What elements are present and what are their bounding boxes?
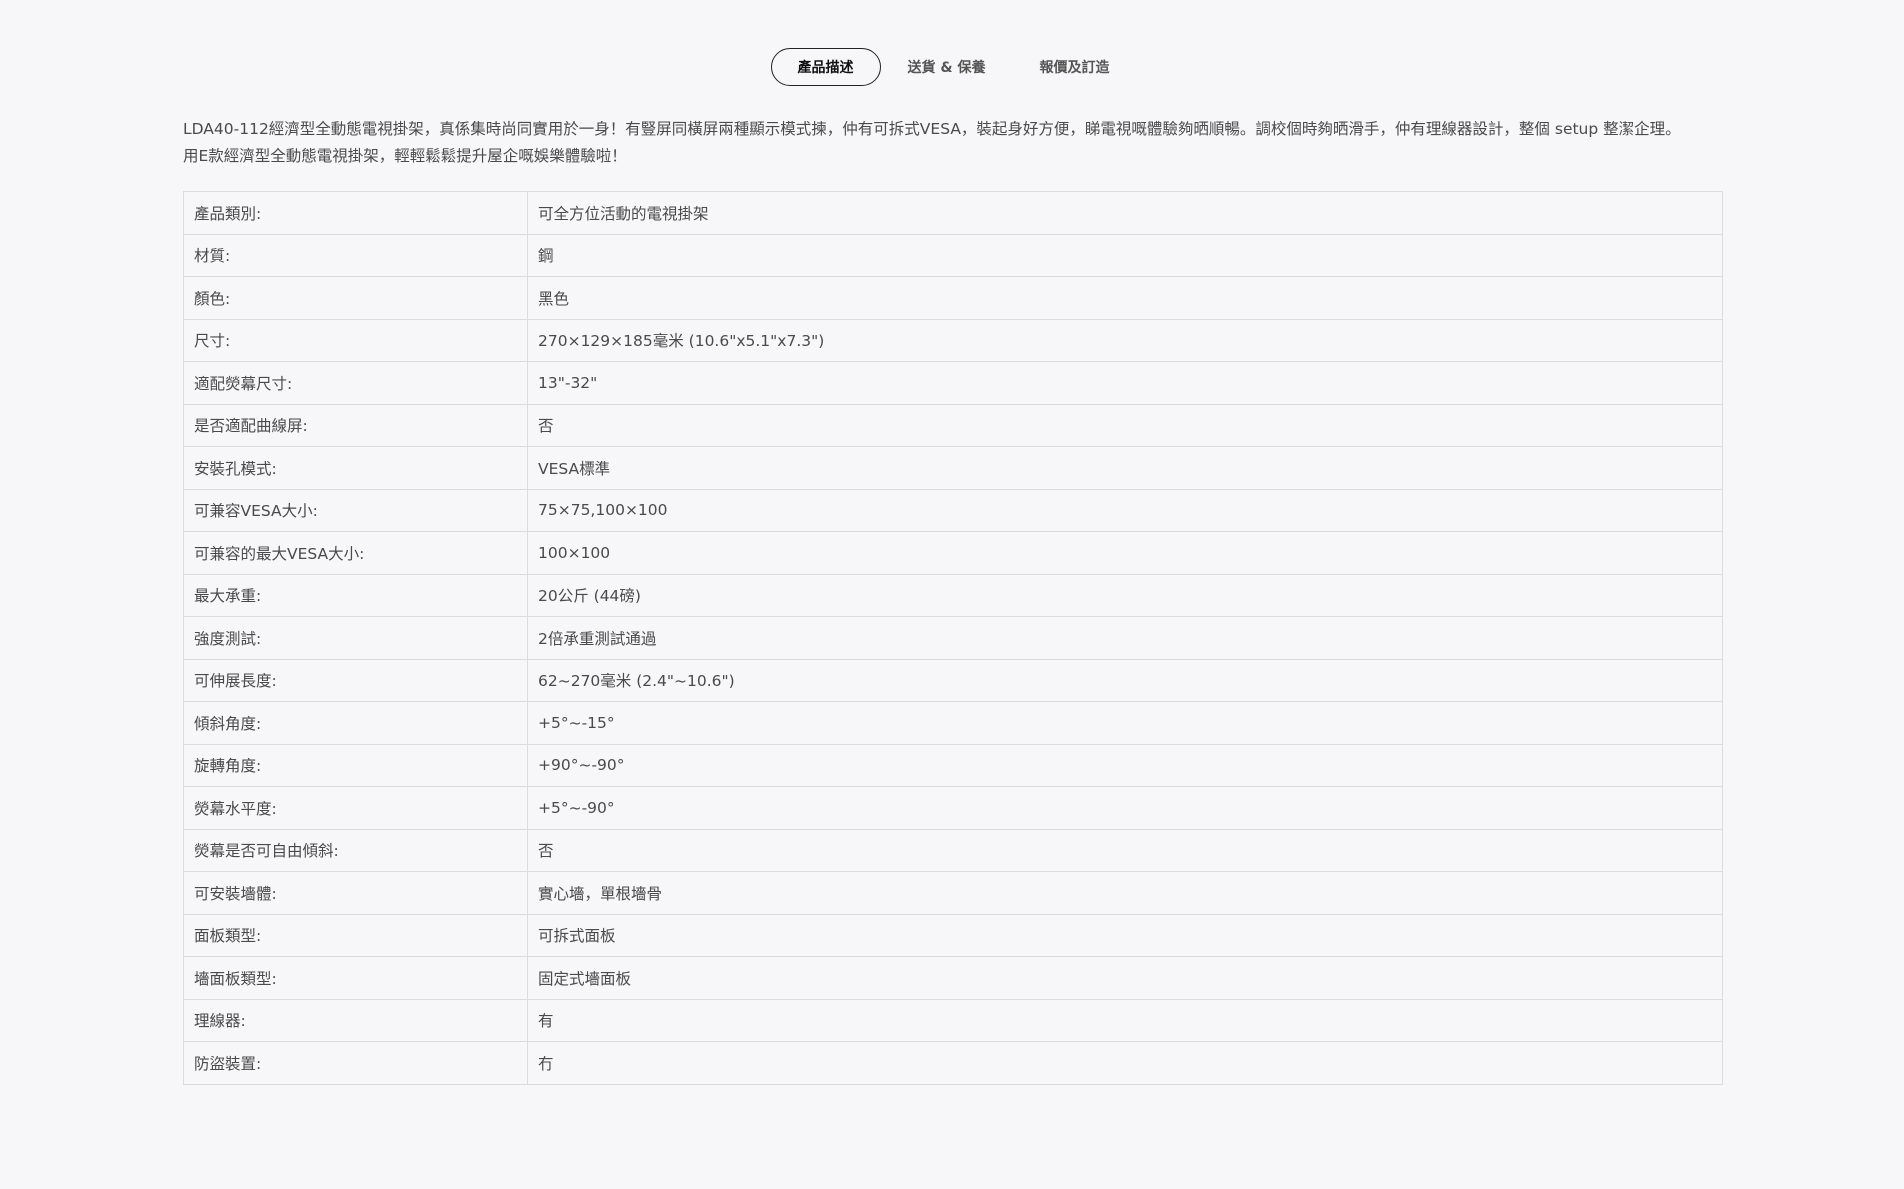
spec-table: 產品類別: 可全方位活動的電視掛架 材質: 鋼顏色: 黑色 尺寸: 270×129×185毫… — [183, 191, 1723, 1085]
spec-label: 可安裝墻體: — [183, 871, 528, 915]
spec-label: 墻面板類型: — [183, 956, 528, 1000]
spec-label: 產品類別: — [183, 191, 528, 235]
spec-row: 安裝孔模式: VESA標準 — [183, 446, 1723, 490]
spec-table-body: 產品類別: 可全方位活動的電視掛架 材質: 鋼顏色: 黑色 尺寸: 270×129×185毫… — [183, 191, 1723, 1085]
spec-label: 熒幕水平度: — [183, 786, 528, 830]
spec-row: 最大承重: 20公斤 (44磅) — [183, 573, 1723, 617]
spec-label: 防盜裝置: — [183, 1041, 528, 1085]
spec-value: 否 — [527, 403, 1723, 447]
tab-shipping-warranty[interactable]: 送貨 & 保養 — [881, 48, 1013, 86]
spec-label: 強度測試: — [183, 616, 528, 660]
spec-label: 材質: — [183, 233, 528, 277]
spec-value: 固定式墻面板 — [527, 956, 1723, 1000]
spec-label: 最大承重: — [183, 573, 528, 617]
spec-label: 理線器: — [183, 998, 528, 1042]
spec-label: 可兼容的最大VESA大小: — [183, 531, 528, 575]
spec-row: 旋轉角度: +90°~-90° — [183, 743, 1723, 787]
spec-row: 熒幕水平度: +5°~-90° — [183, 786, 1723, 830]
tab-list: 產品描述 送貨 & 保養 報價及訂造 — [770, 48, 1137, 86]
spec-value: 13"-32" — [527, 361, 1723, 405]
spec-row: 適配熒幕尺寸: 13"-32" — [183, 361, 1723, 405]
spec-label: 可伸展長度: — [183, 658, 528, 702]
spec-label: 安裝孔模式: — [183, 446, 528, 490]
spec-value: +5°~-90° — [527, 786, 1723, 830]
spec-row: 材質: 鋼 — [183, 233, 1723, 277]
product-tabs: 產品描述 送貨 & 保養 報價及訂造 — [0, 47, 1904, 87]
spec-label: 適配熒幕尺寸: — [183, 361, 528, 405]
spec-value: VESA標準 — [527, 446, 1723, 490]
spec-label: 傾斜角度: — [183, 701, 528, 745]
spec-row: 熒幕是否可自由傾斜: 否 — [183, 828, 1723, 872]
spec-label: 熒幕是否可自由傾斜: — [183, 828, 528, 872]
spec-value: 75×75,100×100 — [527, 488, 1723, 532]
spec-value: 否 — [527, 828, 1723, 872]
spec-row: 防盜裝置: 冇 — [183, 1041, 1723, 1085]
spec-row: 墻面板類型: 固定式墻面板 — [183, 956, 1723, 1000]
spec-row: 尺寸: 270×129×185毫米 (10.6"x5.1"x7.3") — [183, 318, 1723, 362]
spec-row: 是否適配曲線屏: 否 — [183, 403, 1723, 447]
spec-label: 旋轉角度: — [183, 743, 528, 787]
spec-row: 強度測試: 2倍承重測試通過 — [183, 616, 1723, 660]
spec-label: 可兼容VESA大小: — [183, 488, 528, 532]
spec-row: 可伸展長度: 62~270毫米 (2.4"~10.6") — [183, 658, 1723, 702]
spec-value: 冇 — [527, 1041, 1723, 1085]
spec-row: 可兼容VESA大小: 75×75,100×100 — [183, 488, 1723, 532]
description-line-2: 用E款經濟型全動態電視掛架，輕輕鬆鬆提升屋企嘅娛樂體驗啦！ — [183, 147, 627, 165]
spec-row: 可安裝墻體: 實心墻，單根墻骨 — [183, 871, 1723, 915]
spec-value: 270×129×185毫米 (10.6"x5.1"x7.3") — [527, 318, 1723, 362]
spec-value: 有 — [527, 998, 1723, 1042]
spec-row: 可兼容的最大VESA大小: 100×100 — [183, 531, 1723, 575]
spec-value: 黑色 — [527, 276, 1723, 320]
spec-label: 是否適配曲線屏: — [183, 403, 528, 447]
product-description: LDA40-112經濟型全動態電視掛架，真係集時尚同實用於一身！有豎屏同橫屏兩種… — [183, 116, 1723, 170]
spec-value: 實心墻，單根墻骨 — [527, 871, 1723, 915]
description-line-1: LDA40-112經濟型全動態電視掛架，真係集時尚同實用於一身！有豎屏同橫屏兩種… — [183, 120, 1681, 138]
spec-row: 產品類別: 可全方位活動的電視掛架 — [183, 191, 1723, 235]
spec-value: 100×100 — [527, 531, 1723, 575]
tab-product-description[interactable]: 產品描述 — [770, 48, 881, 86]
spec-value: 可拆式面板 — [527, 913, 1723, 957]
spec-value: 可全方位活動的電視掛架 — [527, 191, 1723, 235]
spec-label: 尺寸: — [183, 318, 528, 362]
spec-row: 理線器: 有 — [183, 998, 1723, 1042]
spec-value: +90°~-90° — [527, 743, 1723, 787]
spec-value: 鋼 — [527, 233, 1723, 277]
spec-label: 顏色: — [183, 276, 528, 320]
spec-value: 20公斤 (44磅) — [527, 573, 1723, 617]
spec-row: 傾斜角度: +5°~-15° — [183, 701, 1723, 745]
spec-label: 面板類型: — [183, 913, 528, 957]
tab-quote-custom[interactable]: 報價及訂造 — [1012, 48, 1136, 86]
spec-value: 62~270毫米 (2.4"~10.6") — [527, 658, 1723, 702]
spec-row: 面板類型: 可拆式面板 — [183, 913, 1723, 957]
spec-value: 2倍承重測試通過 — [527, 616, 1723, 660]
spec-row: 顏色: 黑色 — [183, 276, 1723, 320]
spec-value: +5°~-15° — [527, 701, 1723, 745]
